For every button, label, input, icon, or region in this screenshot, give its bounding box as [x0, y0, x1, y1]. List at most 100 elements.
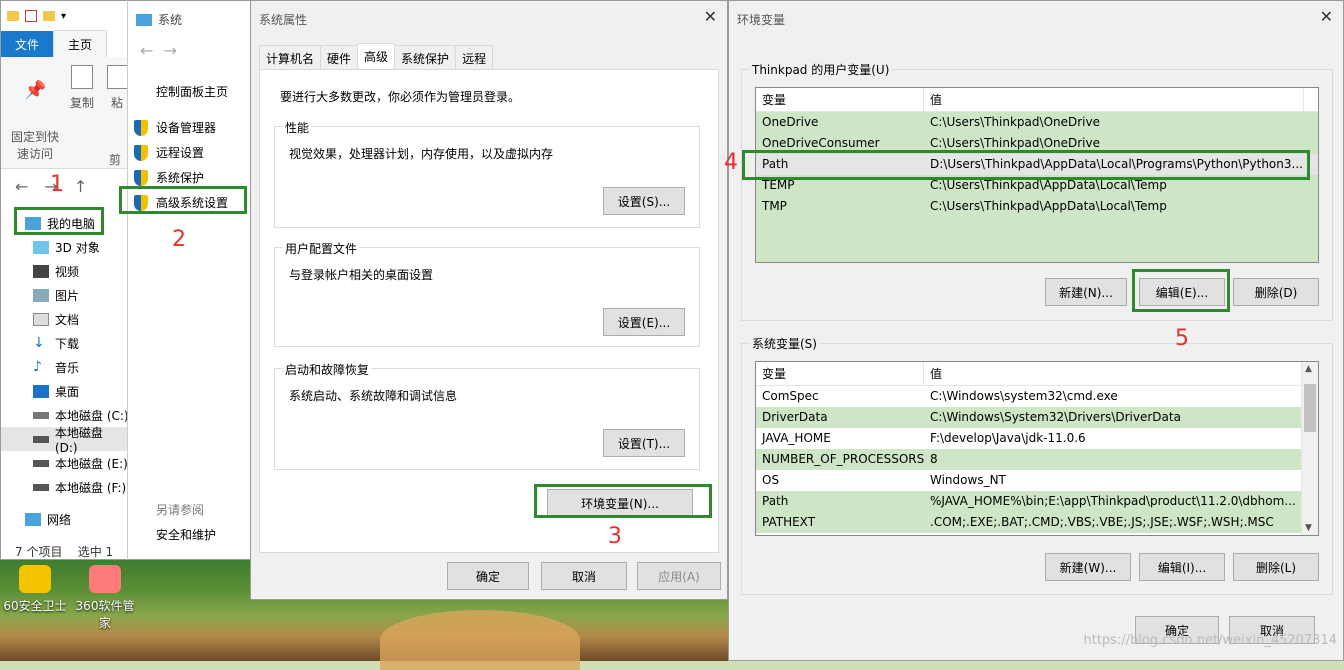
user-new-button[interactable]: 新建(N)...	[1045, 278, 1127, 306]
apply-button[interactable]: 应用(A)	[637, 562, 721, 590]
cancel-button[interactable]: 取消	[541, 562, 627, 590]
table-row[interactable]: TMP C:\Users\Thinkpad\AppData\Local\Temp	[756, 196, 1318, 217]
tree-item-documents[interactable]: 文档	[1, 307, 129, 331]
startup-settings-button[interactable]: 设置(T)...	[603, 429, 685, 457]
table-row[interactable]: PATHEXT .COM;.EXE;.BAT;.CMD;.VBS;.VBE;.JS…	[756, 512, 1318, 533]
user-delete-button[interactable]: 删除(D)	[1233, 278, 1319, 306]
up-arrow-icon[interactable]: ↑	[74, 177, 87, 196]
close-icon[interactable]: ✕	[1320, 7, 1333, 26]
remote-settings-link[interactable]: 远程设置	[134, 144, 204, 161]
tree-item-drive-e[interactable]: 本地磁盘 (E:)	[1, 451, 129, 475]
startup-recovery-group: 启动和故障恢复 系统启动、系统故障和调试信息 设置(T)...	[274, 361, 700, 470]
drive-icon	[33, 411, 49, 419]
ok-button[interactable]: 确定	[447, 562, 529, 590]
tab-advanced[interactable]: 高级	[357, 43, 396, 71]
column-variable[interactable]: 变量	[756, 88, 924, 111]
admin-note: 要进行大多数更改，你必须作为管理员登录。	[280, 90, 521, 104]
desktop-icon-360-software[interactable]: 360软件管家	[70, 565, 140, 631]
chevron-down-icon[interactable]: ▾	[61, 11, 66, 22]
scroll-up-icon[interactable]: ▲	[1305, 364, 1312, 374]
paste-icon	[107, 65, 129, 89]
desktop-icon-360-security[interactable]: 60安全卫士	[0, 565, 70, 614]
tree-item-music[interactable]: ♪ 音乐	[1, 355, 129, 379]
drive-icon	[33, 483, 49, 491]
table-row[interactable]: OS Windows_NT	[756, 470, 1318, 491]
copy-icon	[71, 65, 93, 89]
table-row[interactable]: Path %JAVA_HOME%\bin;E:\app\Thinkpad\prod…	[756, 491, 1318, 512]
highlight-path-row	[742, 150, 1310, 180]
system-protection-link[interactable]: 系统保护	[134, 169, 204, 186]
group-title: 系统变量(S)	[750, 335, 819, 352]
tab-home[interactable]: 主页	[53, 30, 108, 58]
control-panel-home-link[interactable]: 控制面板主页	[156, 83, 228, 100]
video-icon	[33, 264, 49, 278]
column-variable[interactable]: 变量	[756, 362, 924, 385]
desktop-icon	[33, 384, 49, 398]
tree-item-downloads[interactable]: ↓ 下载	[1, 331, 129, 355]
app-icon	[89, 565, 121, 593]
pin-icon: 📌	[24, 80, 47, 101]
tree-item-desktop[interactable]: 桌面	[1, 379, 129, 403]
table-row[interactable]: NUMBER_OF_PROCESSORS 8	[756, 449, 1318, 470]
new-folder-icon[interactable]	[43, 11, 55, 21]
properties-icon[interactable]	[25, 10, 37, 22]
scroll-down-icon[interactable]: ▼	[1305, 523, 1312, 533]
list-header: 变量 值	[756, 88, 1318, 112]
tree-item-network[interactable]: 网络	[1, 507, 129, 531]
highlight-my-computer	[14, 207, 104, 235]
drive-icon	[33, 435, 49, 443]
environment-variables-dialog: 环境变量 ✕ Thinkpad 的用户变量(U) 变量 值 OneDrive C:…	[728, 0, 1344, 661]
tree-item-drive-f[interactable]: 本地磁盘 (F:)	[1, 475, 129, 499]
security-maintenance-link[interactable]: 安全和维护	[156, 526, 216, 543]
network-icon	[25, 512, 41, 526]
group-title: Thinkpad 的用户变量(U)	[750, 61, 892, 78]
system-new-button[interactable]: 新建(W)...	[1045, 553, 1131, 581]
download-icon: ↓	[33, 334, 45, 351]
dialog-title: 环境变量	[737, 13, 786, 27]
nav-arrows[interactable]: ← →	[140, 41, 177, 60]
advanced-tab-page: 要进行大多数更改，你必须作为管理员登录。 性能 视觉效果，处理器计划，内存使用，…	[259, 69, 719, 553]
shield-icon	[134, 144, 148, 161]
table-row[interactable]: ComSpec C:\Windows\system32\cmd.exe	[756, 386, 1318, 407]
group-description: 系统启动、系统故障和调试信息	[289, 389, 458, 403]
group-description: 与登录帐户相关的桌面设置	[289, 268, 434, 282]
table-row[interactable]: JAVA_HOME F:\develop\Java\jdk-11.0.6	[756, 428, 1318, 449]
tree-item-drive-d[interactable]: 本地磁盘 (D:)	[1, 426, 129, 455]
device-manager-link[interactable]: 设备管理器	[134, 119, 216, 136]
cube-icon	[33, 240, 49, 254]
status-bar: 7 个项目 选中 1	[15, 545, 114, 559]
column-value[interactable]: 值	[924, 88, 1304, 111]
scroll-thumb[interactable]	[1304, 384, 1316, 432]
table-row[interactable]: OneDrive C:\Users\Thinkpad\OneDrive	[756, 112, 1318, 133]
step-number: 2	[172, 227, 186, 252]
shield-icon	[19, 565, 51, 593]
table-row[interactable]: DriverData C:\Windows\System32\Drivers\Dr…	[756, 407, 1318, 428]
tab-file[interactable]: 文件	[1, 30, 54, 58]
paste-button[interactable]: 粘	[107, 65, 129, 112]
scrollbar[interactable]: ▲ ▼	[1301, 362, 1318, 535]
close-icon[interactable]: ✕	[704, 7, 717, 26]
tree-item-pictures[interactable]: 图片	[1, 283, 129, 307]
tree-item-3d[interactable]: 3D 对象	[1, 235, 129, 259]
profile-settings-button[interactable]: 设置(E)...	[603, 308, 685, 336]
column-value[interactable]: 值	[924, 362, 1304, 385]
list-header: 变量 值	[756, 362, 1318, 386]
copy-button[interactable]: 复制	[65, 65, 99, 112]
clipboard-group-label: 剪	[109, 153, 122, 167]
group-title: 启动和故障恢复	[283, 361, 372, 378]
system-delete-button[interactable]: 删除(L)	[1233, 553, 1319, 581]
back-arrow-icon[interactable]: ←	[15, 177, 28, 196]
window-title: 系统	[136, 11, 182, 28]
folder-icon[interactable]	[7, 11, 19, 21]
system-edit-button[interactable]: 编辑(I)...	[1139, 553, 1225, 581]
performance-group: 性能 视觉效果，处理器计划，内存使用，以及虚拟内存 设置(S)...	[274, 119, 700, 228]
system-variables-list[interactable]: 变量 值 ComSpec C:\Windows\system32\cmd.exe …	[755, 361, 1319, 536]
tree-item-videos[interactable]: 视频	[1, 259, 129, 283]
step-number: 3	[608, 524, 622, 549]
pin-quick-access-button[interactable]: 📌 固定到快 速访问	[7, 65, 63, 163]
performance-settings-button[interactable]: 设置(S)...	[603, 187, 685, 215]
dialog-title: 系统属性	[259, 13, 308, 27]
shield-icon	[134, 169, 148, 186]
user-profile-group: 用户配置文件 与登录帐户相关的桌面设置 设置(E)...	[274, 240, 700, 347]
group-title: 性能	[283, 119, 312, 136]
